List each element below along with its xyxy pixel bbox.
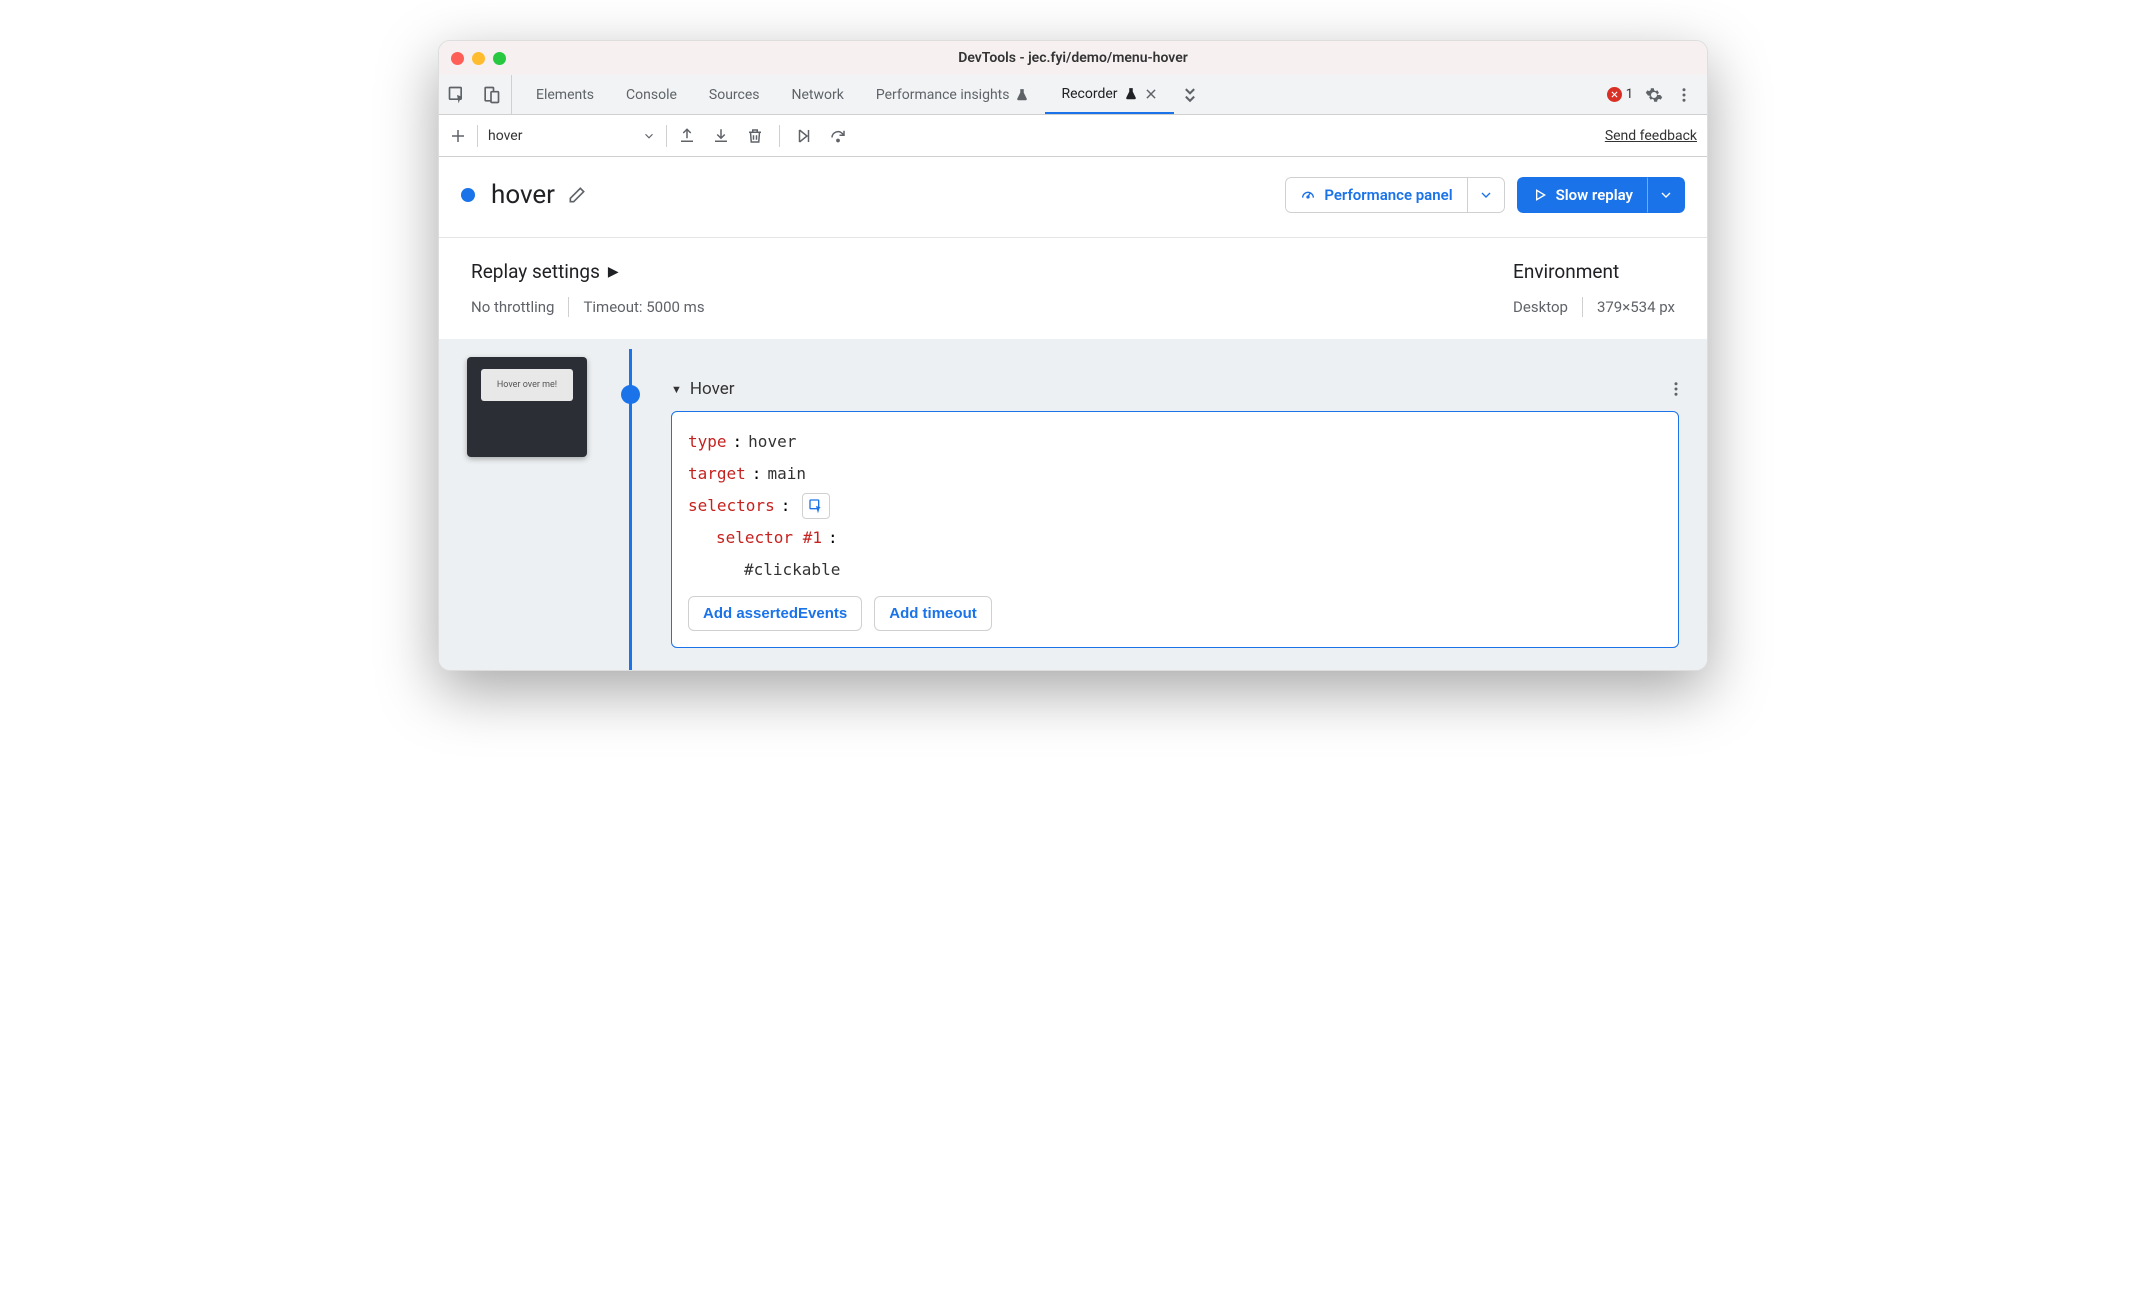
- close-tab-icon[interactable]: [1144, 87, 1158, 101]
- devtools-window: DevTools - jec.fyi/demo/menu-hover Eleme…: [438, 40, 1708, 671]
- close-window-button[interactable]: [451, 52, 464, 65]
- prop-key: selectors: [688, 490, 775, 522]
- performance-panel-button[interactable]: Performance panel: [1285, 177, 1466, 213]
- expand-icon: ▶: [608, 264, 619, 280]
- replay-settings-heading[interactable]: Replay settings ▶: [471, 260, 1513, 283]
- slow-replay-dropdown[interactable]: [1647, 177, 1685, 213]
- gauge-icon: [1300, 187, 1316, 203]
- error-badge[interactable]: 1: [1607, 87, 1633, 102]
- chevron-down-icon: [1478, 187, 1494, 203]
- prop-val[interactable]: hover: [748, 426, 796, 458]
- recording-status-dot: [461, 188, 475, 202]
- send-feedback-link[interactable]: Send feedback: [1605, 128, 1697, 144]
- beaker-icon: [1124, 87, 1138, 101]
- divider: [1582, 297, 1583, 317]
- chevron-down-icon: [1658, 187, 1674, 203]
- delete-icon[interactable]: [745, 126, 765, 146]
- collapse-icon: ▼: [671, 383, 682, 396]
- recording-select-label: hover: [488, 128, 522, 144]
- tab-console[interactable]: Console: [610, 75, 693, 114]
- step-thumbnail[interactable]: Hover over me!: [467, 357, 587, 457]
- titlebar: DevTools - jec.fyi/demo/menu-hover: [439, 41, 1707, 75]
- settings-icon[interactable]: [1645, 86, 1663, 104]
- device-toggle-icon[interactable]: [481, 85, 501, 105]
- chevron-down-icon: [642, 129, 656, 143]
- replay-settings-section: Replay settings ▶ No throttling Timeout:…: [439, 238, 1707, 339]
- panel-tabs: Elements Console Sources Network Perform…: [520, 75, 1200, 114]
- tab-performance-insights[interactable]: Performance insights: [860, 75, 1046, 114]
- recording-title: hover: [491, 180, 555, 210]
- environment-device: Desktop: [1513, 298, 1568, 316]
- add-asserted-events-button[interactable]: Add assertedEvents: [688, 596, 862, 631]
- environment-heading: Environment: [1513, 260, 1675, 283]
- divider: [779, 125, 780, 147]
- kebab-menu-icon[interactable]: [1675, 86, 1693, 104]
- window-title: DevTools - jec.fyi/demo/menu-hover: [439, 50, 1707, 66]
- tab-sources[interactable]: Sources: [693, 75, 776, 114]
- edit-title-icon[interactable]: [567, 185, 587, 205]
- inspect-element-icon[interactable]: [447, 85, 467, 105]
- timeout-value: Timeout: 5000 ms: [583, 298, 704, 316]
- step-header[interactable]: ▼ Hover: [651, 379, 1685, 399]
- tab-elements[interactable]: Elements: [520, 75, 610, 114]
- throttling-value: No throttling: [471, 298, 554, 316]
- prop-val[interactable]: #clickable: [744, 554, 840, 586]
- more-tabs-icon[interactable]: [1180, 85, 1200, 105]
- recording-select[interactable]: hover: [488, 128, 656, 144]
- error-icon: [1607, 87, 1622, 102]
- step-title: Hover: [690, 379, 735, 399]
- timeline: Hover over me! ▼ Hover type: hover targe…: [439, 339, 1707, 670]
- prop-key: target: [688, 458, 746, 490]
- divider: [666, 125, 667, 147]
- export-icon[interactable]: [677, 126, 697, 146]
- play-icon: [1532, 187, 1548, 203]
- divider: [568, 297, 569, 317]
- traffic-lights: [451, 52, 506, 65]
- add-timeout-button[interactable]: Add timeout: [874, 596, 992, 631]
- panel-tabs-row: Elements Console Sources Network Perform…: [439, 75, 1707, 115]
- thumbnail-text: Hover over me!: [481, 369, 573, 401]
- performance-panel-button-group: Performance panel: [1285, 177, 1504, 213]
- performance-panel-dropdown[interactable]: [1467, 177, 1505, 213]
- recording-header: hover Performance panel Slow replay: [439, 157, 1707, 238]
- prop-val[interactable]: main: [767, 458, 806, 490]
- beaker-icon: [1015, 88, 1029, 102]
- new-recording-icon[interactable]: [449, 127, 467, 145]
- prop-key: type: [688, 426, 727, 458]
- pick-selector-icon[interactable]: [802, 493, 830, 519]
- import-icon[interactable]: [711, 126, 731, 146]
- environment-size: 379×534 px: [1597, 298, 1675, 316]
- timeline-node[interactable]: [621, 385, 640, 404]
- tab-recorder[interactable]: Recorder: [1045, 75, 1173, 114]
- recorder-toolbar: hover Send feedback: [439, 115, 1707, 157]
- slow-replay-button-group: Slow replay: [1517, 177, 1685, 213]
- error-count: 1: [1626, 87, 1633, 102]
- prop-key: selector #1: [716, 522, 822, 554]
- step-kebab-icon[interactable]: [1667, 380, 1685, 398]
- step-play-icon[interactable]: [794, 126, 814, 146]
- step-card: type: hover target: main selectors: sele…: [671, 411, 1679, 648]
- step-over-icon[interactable]: [828, 126, 848, 146]
- divider: [477, 125, 478, 147]
- slow-replay-button[interactable]: Slow replay: [1517, 177, 1647, 213]
- tab-network[interactable]: Network: [776, 75, 860, 114]
- maximize-window-button[interactable]: [493, 52, 506, 65]
- minimize-window-button[interactable]: [472, 52, 485, 65]
